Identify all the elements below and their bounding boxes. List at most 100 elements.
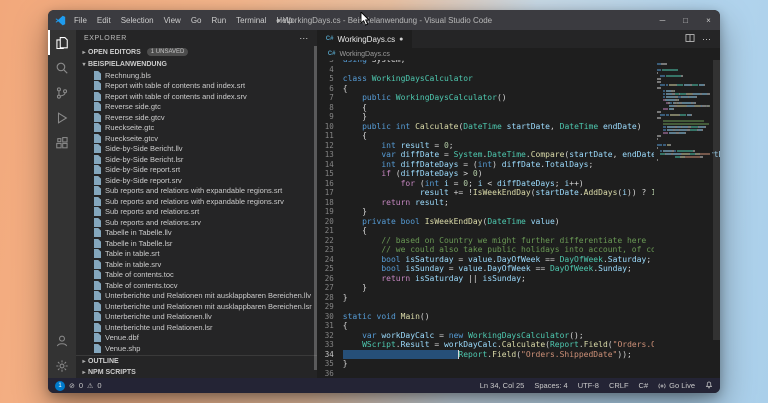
line-number: 10: [317, 122, 343, 132]
settings-gear-icon[interactable]: [48, 353, 76, 378]
modified-dot-icon[interactable]: ●: [399, 36, 403, 43]
file-tree-item[interactable]: Sub reports and relations with expandabl…: [76, 186, 317, 197]
notifications-bell-icon[interactable]: [705, 380, 713, 391]
file-tree-item[interactable]: Table of contents.tocv: [76, 280, 317, 291]
sidebar-more-actions-icon[interactable]: ⋯: [299, 33, 309, 44]
file-tree-item[interactable]: Sub reports and relations.srt: [76, 207, 317, 218]
npm-scripts-section[interactable]: ▸ NPM SCRIPTS: [76, 367, 317, 378]
error-icon[interactable]: ⊘: [69, 382, 75, 390]
file-tree-item[interactable]: Venue.shp: [76, 343, 317, 354]
line-number: 19: [317, 207, 343, 217]
status-item[interactable]: UTF-8: [578, 381, 599, 390]
warning-count[interactable]: 0: [97, 381, 101, 390]
file-tree-item[interactable]: Report with table of contents and index.…: [76, 81, 317, 92]
account-icon[interactable]: [48, 328, 76, 353]
folder-section[interactable]: ▾ BEISPIELANWENDUNG: [76, 58, 317, 70]
notification-badge[interactable]: 1: [55, 381, 65, 391]
file-tree: Rechnung.blsReport with table of content…: [76, 70, 317, 355]
file-tree-item[interactable]: Sub reports and relations.srv: [76, 217, 317, 228]
line-number: 32: [317, 331, 343, 341]
code-region[interactable]: 3using System;45class WorkingDaysCalcula…: [317, 60, 720, 378]
file-tree-item[interactable]: Reverse side.gtc: [76, 102, 317, 113]
file-tree-item[interactable]: Tabelle in Tabelle.llv: [76, 228, 317, 239]
file-icon: [94, 165, 101, 174]
status-left: 1 ⊘ 0 ⚠ 0: [55, 381, 102, 391]
unsaved-badge: 1 UNSAVED: [147, 48, 189, 56]
menu-go[interactable]: Go: [186, 16, 207, 25]
more-actions-icon[interactable]: ⋯: [702, 34, 711, 45]
line-number: 36: [317, 369, 343, 379]
file-tree-item[interactable]: Rechnung.bls: [76, 70, 317, 81]
file-icon: [94, 270, 101, 279]
activity-bar: [48, 30, 76, 378]
file-name: Side-by-Side Bericht.llv: [105, 144, 317, 153]
editor-scrollbar[interactable]: [713, 60, 720, 340]
outline-section[interactable]: ▸ OUTLINE: [76, 356, 317, 367]
line-number: 29: [317, 302, 343, 312]
open-editors-label: OPEN EDITORS: [88, 49, 141, 56]
file-tree-item[interactable]: Side-by-Side Bericht.lsr: [76, 154, 317, 165]
status-item[interactable]: C#: [639, 381, 649, 390]
file-tree-item[interactable]: Table in table.srv: [76, 259, 317, 270]
line-number: 15: [317, 169, 343, 179]
outline-label: OUTLINE: [88, 358, 119, 365]
tab-workingdays[interactable]: C# WorkingDays.cs ●: [317, 30, 413, 48]
split-editor-icon[interactable]: [685, 33, 695, 45]
file-tree-item[interactable]: Unterberichte und Relationen.lsr: [76, 322, 317, 333]
window-title: ● WorkingDays.cs - Beispielanwendung - V…: [276, 16, 492, 25]
file-name: Sub reports and relations with expandabl…: [105, 186, 317, 195]
menu-view[interactable]: View: [159, 16, 186, 25]
close-button[interactable]: ×: [697, 10, 720, 30]
minimap[interactable]: [654, 60, 712, 378]
open-editors-section[interactable]: ▸ OPEN EDITORS 1 UNSAVED: [76, 46, 317, 58]
file-tree-item[interactable]: Side-by-Side report.srt: [76, 165, 317, 176]
menu-terminal[interactable]: Terminal: [231, 16, 271, 25]
file-tree-item[interactable]: Reverse side.gtcv: [76, 112, 317, 123]
source-control-icon[interactable]: [48, 80, 76, 105]
npm-scripts-label: NPM SCRIPTS: [88, 369, 136, 376]
breadcrumb[interactable]: C# WorkingDays.cs: [317, 48, 720, 60]
file-name: Rueckseite.gtcv: [105, 134, 317, 143]
file-name: Tabelle in Tabelle.lsr: [105, 239, 317, 248]
file-tree-item[interactable]: Side-by-Side Bericht.llv: [76, 144, 317, 155]
status-item[interactable]: Spaces: 4: [534, 381, 567, 390]
file-tree-item[interactable]: Unterberichte und Relationen.llv: [76, 312, 317, 323]
status-item[interactable]: CRLF: [609, 381, 629, 390]
file-tree-item[interactable]: Side-by-Side report.srv: [76, 175, 317, 186]
maximize-button[interactable]: □: [674, 10, 697, 30]
file-tree-item[interactable]: Rueckseite.gtc: [76, 123, 317, 134]
file-name: Unterberichte und Relationen mit ausklap…: [105, 291, 317, 300]
extensions-icon[interactable]: [48, 130, 76, 155]
text-cursor: [458, 350, 459, 359]
minimize-button[interactable]: ─: [651, 10, 674, 30]
menu-selection[interactable]: Selection: [116, 16, 159, 25]
menu-edit[interactable]: Edit: [92, 16, 116, 25]
menu-run[interactable]: Run: [206, 16, 231, 25]
file-tree-item[interactable]: Unterberichte und Relationen mit ausklap…: [76, 291, 317, 302]
menu-file[interactable]: File: [69, 16, 92, 25]
file-icon: [94, 144, 101, 153]
file-tree-item[interactable]: Report with table of contents and index.…: [76, 91, 317, 102]
editor-actions: ⋯: [685, 30, 720, 48]
go-live-button[interactable]: Go Live: [658, 381, 695, 390]
run-debug-icon[interactable]: [48, 105, 76, 130]
file-tree-item[interactable]: Tabelle in Tabelle.lsr: [76, 238, 317, 249]
search-icon[interactable]: [48, 55, 76, 80]
file-tree-item[interactable]: Table in table.srt: [76, 249, 317, 260]
file-name: Unterberichte und Relationen mit ausklap…: [105, 302, 317, 311]
file-tree-item[interactable]: Sub reports and relations with expandabl…: [76, 196, 317, 207]
file-icon: [94, 228, 101, 237]
error-count[interactable]: 0: [79, 381, 83, 390]
explorer-icon[interactable]: [48, 30, 76, 55]
line-number: 17: [317, 188, 343, 198]
file-tree-item[interactable]: Venue.dbf: [76, 333, 317, 344]
file-name: Unterberichte und Relationen.llv: [105, 312, 317, 321]
file-icon: [94, 102, 101, 111]
file-name: Unterberichte und Relationen.lsr: [105, 323, 317, 332]
warning-icon[interactable]: ⚠: [87, 382, 93, 390]
status-item[interactable]: Ln 34, Col 25: [480, 381, 525, 390]
file-tree-item[interactable]: Unterberichte und Relationen mit ausklap…: [76, 301, 317, 312]
file-tree-item[interactable]: Table of contents.toc: [76, 270, 317, 281]
file-tree-item[interactable]: Rueckseite.gtcv: [76, 133, 317, 144]
line-number: 35: [317, 359, 343, 369]
